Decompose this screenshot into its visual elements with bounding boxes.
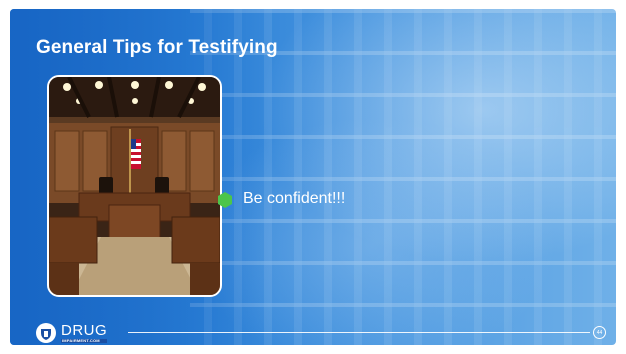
hexagon-icon	[218, 192, 232, 208]
page-number: 44	[596, 329, 603, 336]
drug-impairment-logo: DRUG IMPAIRMENT.COM	[35, 321, 108, 345]
slide-title: General Tips for Testifying	[36, 37, 278, 58]
bullet-text: Be confident!!!	[243, 190, 346, 207]
slide: General Tips for Testifying Be confident…	[0, 0, 626, 354]
footer-divider	[128, 332, 590, 333]
slide-background: General Tips for Testifying Be confident…	[10, 9, 616, 345]
page-number-badge: 44	[593, 326, 606, 339]
logo-word: DRUG	[61, 322, 108, 339]
shield-logo-icon	[36, 323, 56, 343]
logo-subtitle: IMPAIRMENT.COM	[61, 339, 108, 343]
courtroom-photo	[47, 75, 222, 297]
